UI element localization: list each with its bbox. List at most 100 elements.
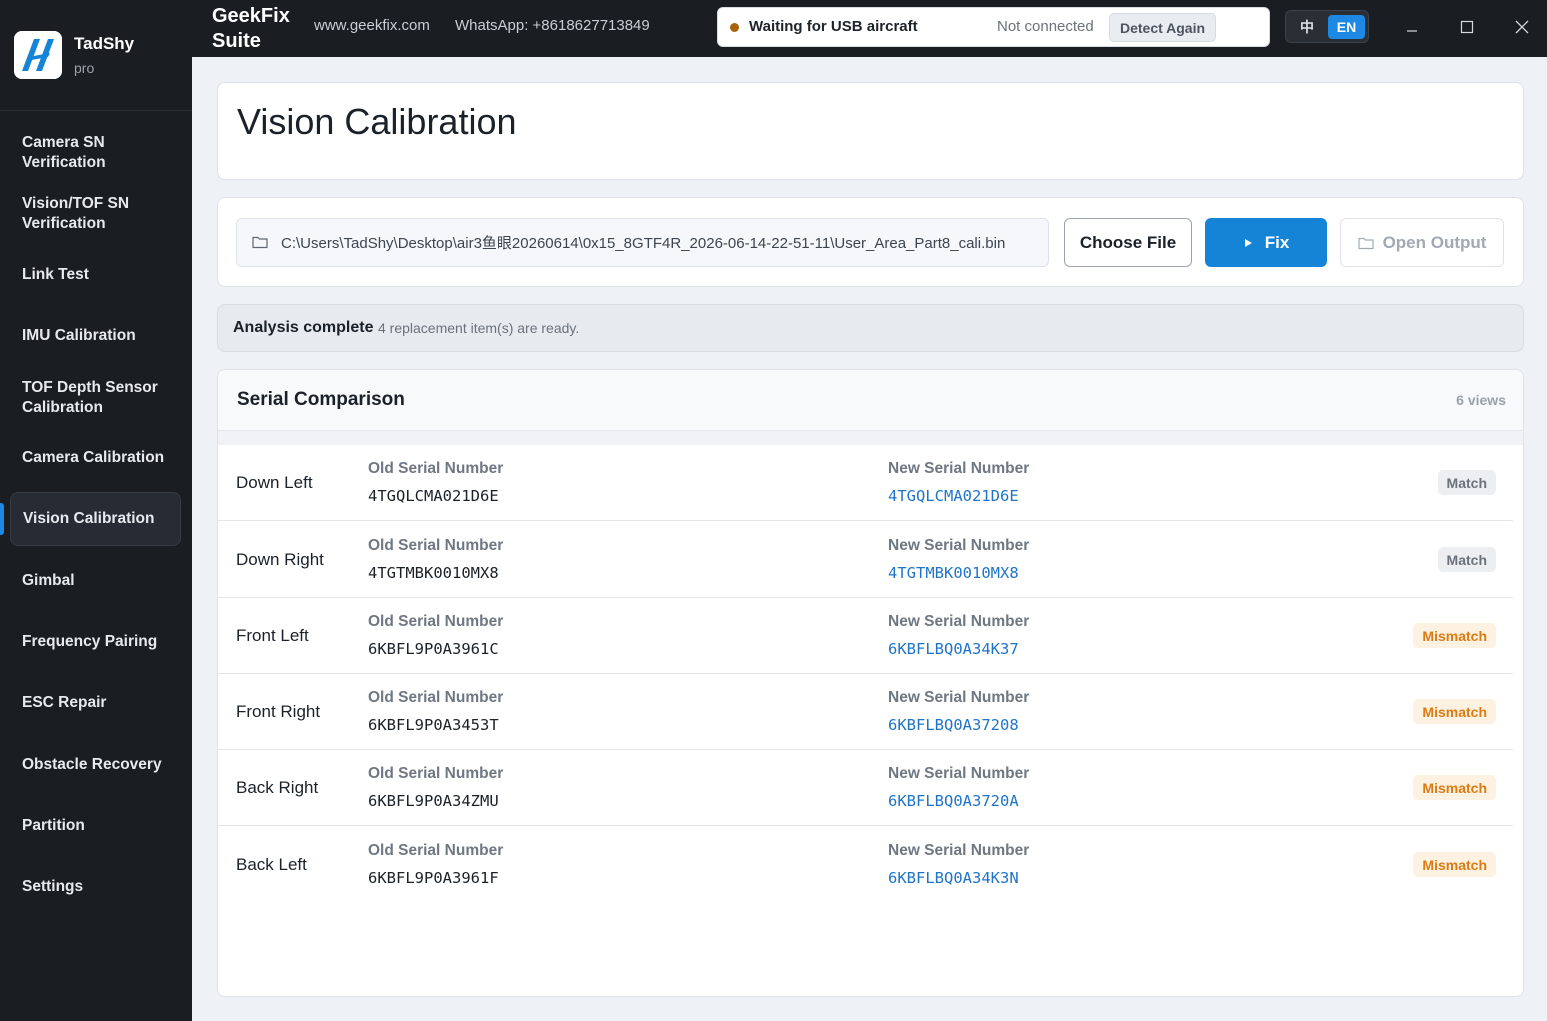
sidebar-item-imu-calibration[interactable]: IMU Calibration: [10, 324, 181, 348]
lang-zh-button[interactable]: 中: [1292, 15, 1322, 39]
fix-button[interactable]: Fix: [1205, 218, 1327, 267]
sidebar-item-label: Link Test: [22, 266, 89, 283]
view-name: Back Left: [236, 855, 307, 874]
sidebar-item-gimbal[interactable]: Gimbal: [10, 569, 181, 593]
old-serial-value: 4TGQLCMA021D6E: [368, 487, 499, 505]
old-serial-label: Old Serial Number: [368, 613, 504, 630]
new-serial-label: New Serial Number: [888, 765, 1030, 782]
old-serial-value: 6KBFL9P0A3961F: [368, 869, 499, 887]
serial-row-down-left: Down Left Old Serial Number 4TGQLCMA021D…: [218, 445, 1513, 521]
old-serial-label: Old Serial Number: [368, 537, 504, 554]
old-serial-value: 4TGTMBK0010MX8: [368, 564, 499, 582]
analysis-status-title: Analysis complete: [233, 319, 374, 336]
detect-again-button[interactable]: Detect Again: [1109, 13, 1216, 42]
title-bar: GeekFix Suite www.geekfix.com WhatsApp: …: [192, 0, 1547, 57]
file-path-field[interactable]: C:\Users\TadShy\Desktop\air3鱼眼20260614\0…: [236, 218, 1049, 267]
folder-icon: [1357, 237, 1374, 249]
new-serial-label: New Serial Number: [888, 613, 1030, 630]
serial-row-front-left: Front Left Old Serial Number 6KBFL9P0A39…: [218, 598, 1513, 674]
sidebar-item-label: TOF Depth Sensor Calibration: [22, 379, 158, 416]
view-name: Back Right: [236, 778, 319, 797]
serial-row-front-right: Front Right Old Serial Number 6KBFL9P0A3…: [218, 674, 1513, 750]
lang-en-button[interactable]: EN: [1328, 15, 1365, 39]
new-serial-label: New Serial Number: [888, 842, 1030, 859]
new-serial-label: New Serial Number: [888, 689, 1030, 706]
sidebar-item-camera-calibration[interactable]: Camera Calibration: [10, 446, 181, 470]
serial-comparison-title: Serial Comparison: [237, 389, 405, 410]
sidebar-item-label: Vision Calibration: [23, 510, 155, 527]
status-badge: Match: [1437, 547, 1496, 572]
fix-button-label: Fix: [1264, 232, 1290, 252]
sidebar-item-label: Partition: [22, 817, 85, 834]
page-title-card: Vision Calibration: [217, 82, 1524, 180]
website-link[interactable]: www.geekfix.com: [314, 17, 430, 34]
old-serial-label: Old Serial Number: [368, 689, 504, 706]
new-serial-value: 6KBFLBQ0A34K3N: [888, 869, 1019, 887]
view-name: Front Left: [236, 626, 309, 645]
serial-row-back-left: Back Left Old Serial Number 6KBFL9P0A396…: [218, 827, 1513, 903]
sidebar-item-label: Camera SN Verification: [22, 134, 106, 171]
app-title-line1: GeekFix: [212, 5, 290, 27]
close-icon: [1515, 20, 1529, 34]
status-badge: Mismatch: [1413, 852, 1496, 877]
language-switcher: 中 EN: [1285, 10, 1369, 43]
status-text: Waiting for USB aircraft: [749, 18, 918, 35]
brand-block: TadShy pro: [0, 0, 192, 111]
maximize-button[interactable]: [1452, 12, 1482, 42]
view-name: Down Right: [236, 550, 324, 569]
sidebar-item-label: Camera Calibration: [22, 449, 165, 466]
old-serial-value: 6KBFL9P0A34ZMU: [368, 792, 499, 810]
brand-tier: pro: [74, 60, 95, 76]
maximize-icon: [1460, 20, 1474, 34]
brand-name: TadShy: [74, 34, 135, 53]
serial-row-down-right: Down Right Old Serial Number 4TGTMBK0010…: [218, 522, 1513, 598]
new-serial-value: 6KBFLBQ0A37208: [888, 716, 1019, 734]
sidebar-item-esc-repair[interactable]: ESC Repair: [10, 691, 181, 715]
sidebar-item-camera-sn-verification[interactable]: Camera SN Verification: [10, 131, 181, 175]
old-serial-value: 6KBFL9P0A3453T: [368, 716, 499, 734]
folder-icon: [252, 236, 268, 249]
sidebar-item-obstacle-recovery[interactable]: Obstacle Recovery: [10, 753, 181, 777]
sidebar-item-tof-depth-sensor-calibration[interactable]: TOF Depth Sensor Calibration: [10, 376, 181, 420]
old-serial-label: Old Serial Number: [368, 842, 504, 859]
file-path-text: C:\Users\TadShy\Desktop\air3鱼眼20260614\0…: [281, 235, 1006, 252]
serial-row-back-right: Back Right Old Serial Number 6KBFL9P0A34…: [218, 750, 1513, 826]
sidebar-item-link-test[interactable]: Link Test: [10, 263, 181, 287]
view-name: Down Left: [236, 473, 313, 492]
minimize-icon: [1407, 30, 1417, 32]
open-output-label: Open Output: [1382, 232, 1487, 252]
active-indicator: [0, 503, 4, 535]
device-status-box: Waiting for USB aircraft Not connected D…: [717, 7, 1270, 47]
sidebar-item-vision-tof-sn-verification[interactable]: Vision/TOF SN Verification: [10, 192, 181, 236]
new-serial-label: New Serial Number: [888, 460, 1030, 477]
status-dot-icon: [730, 23, 739, 32]
sidebar-item-label: Vision/TOF SN Verification: [22, 195, 130, 232]
sidebar-item-vision-calibration[interactable]: Vision Calibration: [10, 492, 181, 546]
header-divider: [218, 431, 1523, 445]
serial-comparison-card: Serial Comparison 6 views Down Left Old …: [217, 369, 1524, 997]
status-badge: Mismatch: [1413, 699, 1496, 724]
status-badge: Mismatch: [1413, 623, 1496, 648]
new-serial-value: 6KBFLBQ0A3720A: [888, 792, 1019, 810]
sidebar-item-partition[interactable]: Partition: [10, 814, 181, 838]
status-badge: Mismatch: [1413, 775, 1496, 800]
sidebar-item-settings[interactable]: Settings: [10, 875, 181, 899]
app-title: GeekFix Suite: [212, 4, 290, 54]
old-serial-value: 6KBFL9P0A3961C: [368, 640, 499, 658]
app-title-line2: Suite: [212, 30, 261, 52]
old-serial-label: Old Serial Number: [368, 460, 504, 477]
connection-status: Not connected: [997, 18, 1094, 35]
minimize-button[interactable]: [1397, 12, 1427, 42]
close-button[interactable]: [1507, 12, 1537, 42]
sidebar-item-label: Frequency Pairing: [22, 633, 158, 650]
sidebar: TadShy pro Camera SN Verification Vision…: [0, 0, 192, 1021]
play-icon: [1244, 238, 1252, 247]
sidebar-item-label: Obstacle Recovery: [22, 756, 162, 773]
app-logo: [14, 31, 62, 79]
sidebar-item-frequency-pairing[interactable]: Frequency Pairing: [10, 630, 181, 654]
sidebar-item-label: Gimbal: [22, 572, 75, 589]
file-selection-card: C:\Users\TadShy\Desktop\air3鱼眼20260614\0…: [217, 197, 1524, 287]
choose-file-button[interactable]: Choose File: [1064, 218, 1192, 267]
new-serial-value: 4TGQLCMA021D6E: [888, 487, 1019, 505]
open-output-button[interactable]: Open Output: [1340, 218, 1504, 267]
